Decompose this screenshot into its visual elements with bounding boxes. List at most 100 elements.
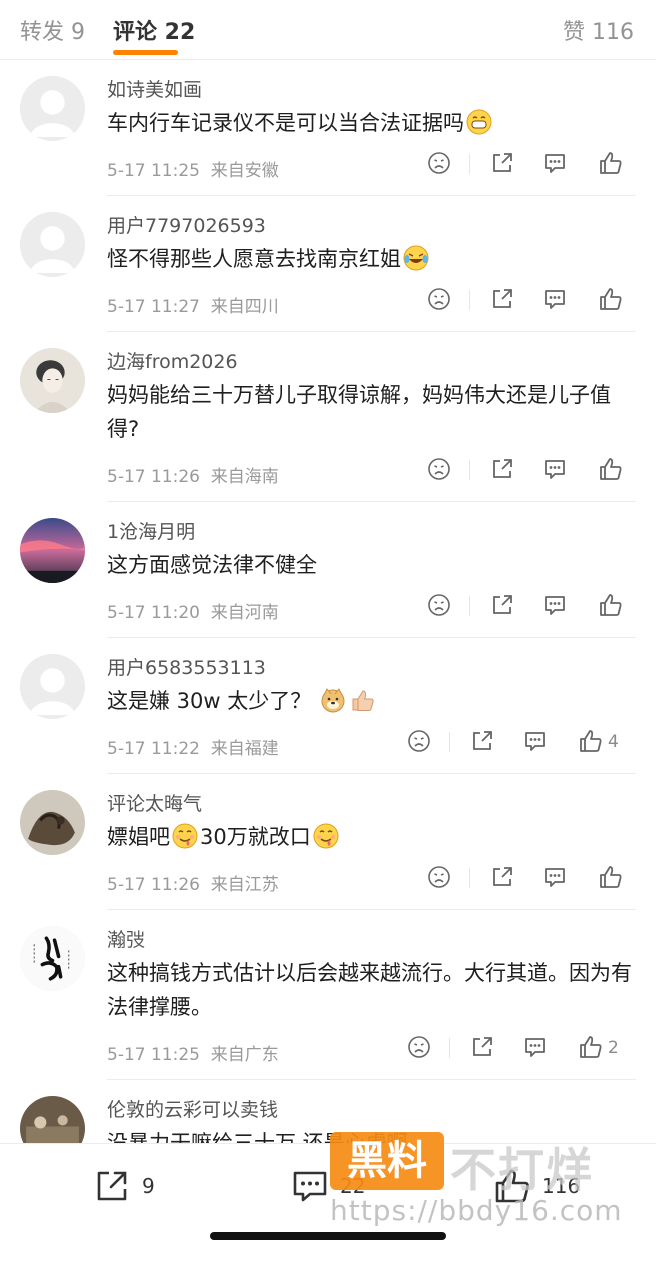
divider xyxy=(449,1038,450,1058)
like-icon[interactable] xyxy=(598,286,624,312)
share-icon[interactable] xyxy=(489,592,515,618)
comment-icon xyxy=(293,1171,327,1202)
avatar[interactable] xyxy=(20,348,85,413)
dislike-icon[interactable] xyxy=(426,592,452,618)
dislike-icon[interactable] xyxy=(406,1034,432,1060)
comment-time-location: 5-17 11:20 来自河南 xyxy=(107,603,279,623)
thumbs-up-emoji-icon xyxy=(352,690,374,711)
comment-icon[interactable] xyxy=(522,728,548,754)
comment-tabs: 转发 9 评论 22 赞 116 xyxy=(0,0,656,60)
comment-username[interactable]: 用户7797026593 xyxy=(107,214,636,238)
comment-meta: 5-17 11:25 来自广东 2 xyxy=(107,1024,636,1080)
avatar[interactable] xyxy=(20,654,85,719)
comment-username[interactable]: 伦敦的云彩可以卖钱 xyxy=(107,1098,636,1122)
comment-text: 没暴力干嘛给三十万 还是心虚啊 xyxy=(107,1131,408,1143)
avatar[interactable] xyxy=(20,76,85,141)
calligraphy-avatar-icon xyxy=(20,926,85,991)
tab-comments[interactable]: 评论 22 xyxy=(113,14,195,46)
comment-text: 嫖娼吧 30万就改口 xyxy=(107,820,636,854)
comment-item: 伦敦的云彩可以卖钱 没暴力干嘛给三十万 还是心虚啊 xyxy=(0,1080,656,1143)
share-icon[interactable] xyxy=(489,150,515,176)
dislike-icon[interactable] xyxy=(406,728,432,754)
divider xyxy=(469,154,470,174)
comment-icon[interactable] xyxy=(542,864,568,890)
comment-icon[interactable] xyxy=(542,592,568,618)
repost-button[interactable]: 9 xyxy=(92,1166,155,1206)
bottom-action-bar: 9 22 116 xyxy=(0,1143,656,1279)
comment-text: 车内行车记录仪不是可以当合法证据吗 xyxy=(107,106,636,140)
comment-username[interactable]: 评论太晦气 xyxy=(107,792,636,816)
sunset-sky-avatar-icon xyxy=(20,518,85,583)
grin-emoji-icon xyxy=(466,109,492,135)
comment-icon[interactable] xyxy=(542,286,568,312)
divider xyxy=(469,460,470,480)
drool-emoji-icon xyxy=(313,823,339,849)
like-icon xyxy=(495,1169,529,1203)
dislike-icon[interactable] xyxy=(426,150,452,176)
like-icon[interactable] xyxy=(598,150,624,176)
comment-time-location: 5-17 11:26 来自海南 xyxy=(107,467,279,487)
default-avatar-icon xyxy=(20,654,85,719)
doge-emoji-icon xyxy=(321,688,345,713)
avatar[interactable] xyxy=(20,212,85,277)
comment-item: 评论太晦气 嫖娼吧 30万就改口 5-17 11:26 来自江苏 xyxy=(0,774,656,910)
default-avatar-icon xyxy=(20,76,85,141)
comment-meta: 5-17 11:26 来自海南 xyxy=(107,446,636,502)
comment-time-location: 5-17 11:25 来自广东 xyxy=(107,1045,279,1065)
like-icon[interactable] xyxy=(598,864,624,890)
like-count: 116 xyxy=(542,1174,581,1198)
comment-item: 用户7797026593 怪不得那些人愿意去找南京红姐 5-17 11:27 来… xyxy=(0,196,656,332)
comment-text: 这方面感觉法律不健全 xyxy=(107,553,317,577)
comment-icon[interactable] xyxy=(542,456,568,482)
dislike-icon[interactable] xyxy=(426,456,452,482)
comment-item: 1沧海月明 这方面感觉法律不健全 5-17 11:20 来自河南 xyxy=(0,502,656,638)
comment-item: 用户6583553113 这是嫌 30w 太少了？ 5-17 11:22 来自福… xyxy=(0,638,656,774)
comment-icon[interactable] xyxy=(522,1034,548,1060)
comment-count: 22 xyxy=(340,1174,366,1198)
dislike-icon[interactable] xyxy=(426,286,452,312)
home-indicator[interactable] xyxy=(210,1232,446,1240)
like-count: 4 xyxy=(608,732,619,752)
comment-username[interactable]: 如诗美如画 xyxy=(107,78,636,102)
comment-username[interactable]: 1沧海月明 xyxy=(107,520,636,544)
dislike-icon[interactable] xyxy=(426,864,452,890)
comment-username[interactable]: 瀚弢 xyxy=(107,928,636,952)
share-icon[interactable] xyxy=(469,1034,495,1060)
share-icon[interactable] xyxy=(489,456,515,482)
share-icon[interactable] xyxy=(469,728,495,754)
comment-time-location: 5-17 11:22 来自福建 xyxy=(107,739,279,759)
comment-item: 瀚弢 这种搞钱方式估计以后会越来越流行。大行其道。因为有法律撑腰。 5-17 1… xyxy=(0,910,656,1080)
comment-time-location: 5-17 11:25 来自安徽 xyxy=(107,161,279,181)
comment-text: 这是嫌 30w 太少了？ xyxy=(107,684,636,718)
like-button[interactable]: 116 xyxy=(492,1166,580,1206)
share-icon xyxy=(97,1171,127,1201)
portrait-avatar-icon xyxy=(20,348,85,413)
comment-item: 如诗美如画 车内行车记录仪不是可以当合法证据吗 5-17 11:25 来自安徽 xyxy=(0,60,656,196)
default-avatar-icon xyxy=(20,212,85,277)
like-icon[interactable] xyxy=(578,1034,604,1060)
comment-meta: 5-17 11:22 来自福建 4 xyxy=(107,718,636,774)
tab-repost[interactable]: 转发 9 xyxy=(20,14,85,46)
tab-likes[interactable]: 赞 116 xyxy=(563,14,634,46)
like-icon[interactable] xyxy=(598,592,624,618)
share-icon[interactable] xyxy=(489,864,515,890)
share-icon[interactable] xyxy=(489,286,515,312)
comment-icon[interactable] xyxy=(542,150,568,176)
like-icon[interactable] xyxy=(598,456,624,482)
avatar[interactable] xyxy=(20,1096,85,1143)
divider xyxy=(469,290,470,310)
comment-button[interactable]: 22 xyxy=(290,1166,365,1206)
comment-item: 边海from2026 妈妈能给三十万替儿子取得谅解，妈妈伟大还是儿子值得? 5-… xyxy=(0,332,656,502)
divider xyxy=(449,732,450,752)
like-icon[interactable] xyxy=(578,728,604,754)
like-count: 2 xyxy=(608,1038,619,1058)
comment-meta: 5-17 11:27 来自四川 xyxy=(107,276,636,332)
avatar[interactable] xyxy=(20,790,85,855)
avatar[interactable] xyxy=(20,518,85,583)
comment-username[interactable]: 边海from2026 xyxy=(107,350,636,374)
drool-emoji-icon xyxy=(172,823,198,849)
avatar[interactable] xyxy=(20,926,85,991)
laugh-cry-emoji-icon xyxy=(403,245,429,271)
comment-meta: 5-17 11:20 来自河南 xyxy=(107,582,636,638)
comment-username[interactable]: 用户6583553113 xyxy=(107,656,636,680)
